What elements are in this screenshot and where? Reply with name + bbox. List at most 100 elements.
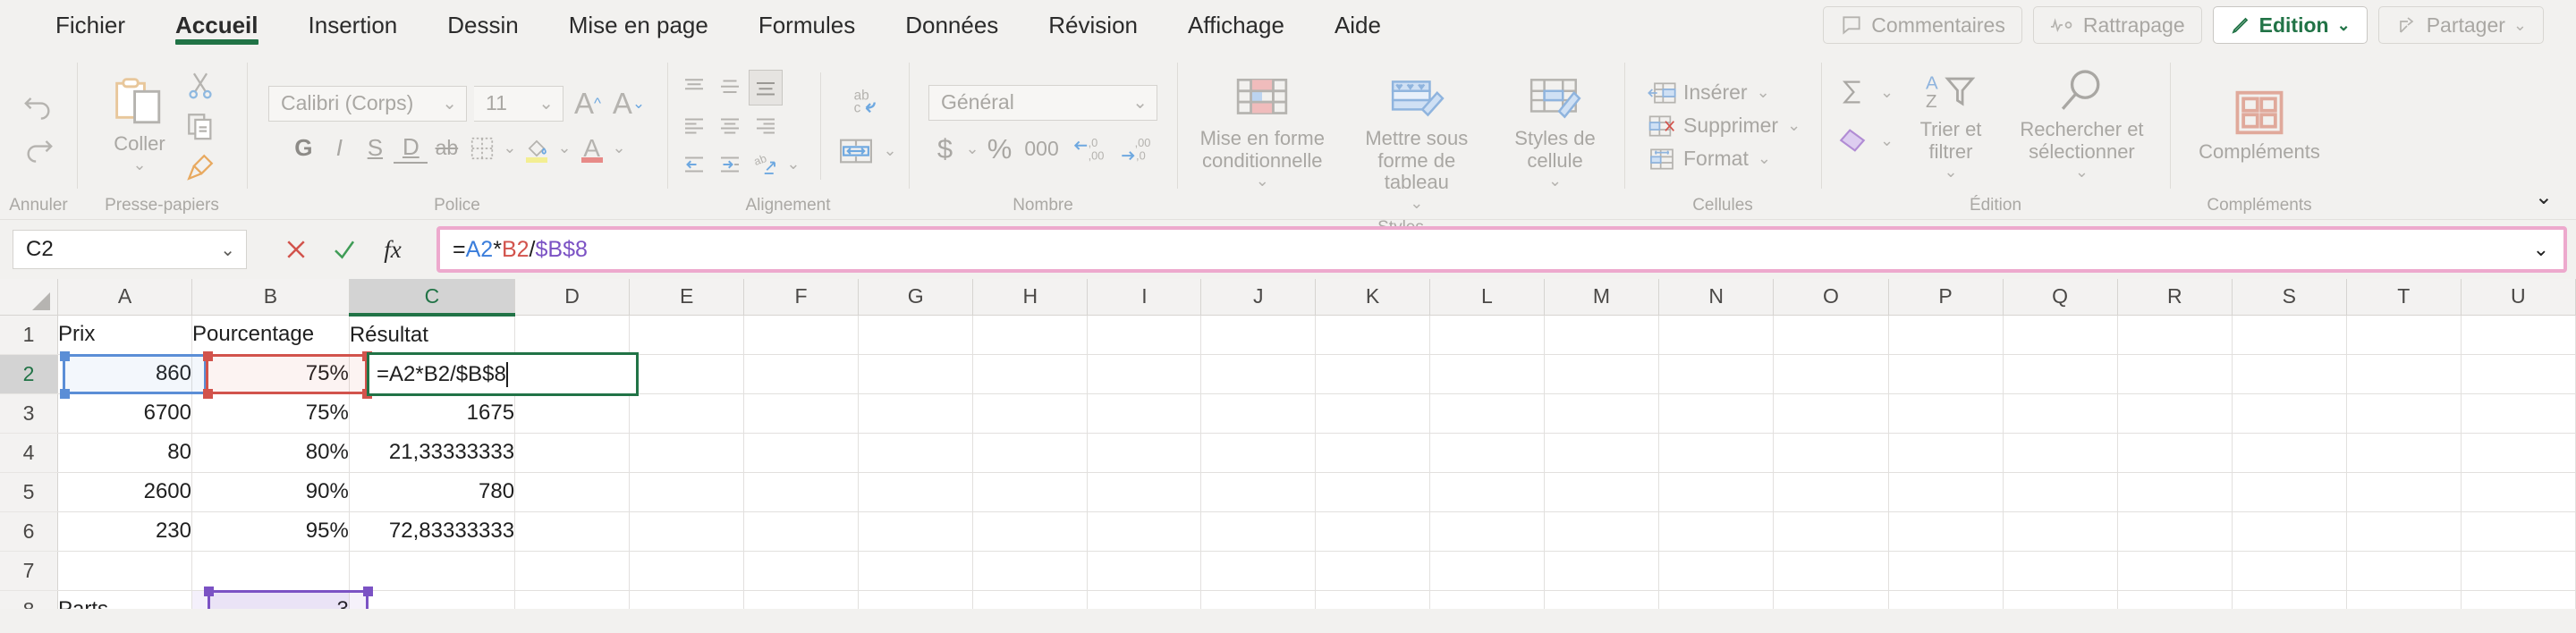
cell-S6[interactable] xyxy=(2232,511,2347,552)
cell-F8[interactable] xyxy=(743,590,860,609)
cell-R7[interactable] xyxy=(2117,551,2233,591)
tab-aide[interactable]: Aide xyxy=(1309,0,1406,50)
cell-B4[interactable]: 80% xyxy=(191,433,350,473)
insert-cells-button[interactable]: Insérer ⌄ xyxy=(1648,80,1772,106)
cell-P8[interactable] xyxy=(1888,590,2004,609)
cell-D3[interactable] xyxy=(514,393,631,434)
cell-J1[interactable] xyxy=(1200,315,1317,355)
paste-button[interactable]: Coller ⌄ xyxy=(105,75,174,176)
cell-F1[interactable] xyxy=(743,315,860,355)
cell-J5[interactable] xyxy=(1200,472,1317,512)
cell-F7[interactable] xyxy=(743,551,860,591)
currency-button[interactable]: $ xyxy=(928,131,962,167)
decrease-indent-button[interactable] xyxy=(677,147,711,182)
column-header-E[interactable]: E xyxy=(629,279,745,316)
cell-D6[interactable] xyxy=(514,511,631,552)
cell-G6[interactable] xyxy=(858,511,974,552)
chevron-down-icon[interactable]: ⌄ xyxy=(132,156,146,174)
cell-D2[interactable] xyxy=(514,354,631,394)
strikethrough-button[interactable]: ab xyxy=(429,131,463,166)
cell-J4[interactable] xyxy=(1200,433,1317,473)
cell-U5[interactable] xyxy=(2461,472,2576,512)
cell-D7[interactable] xyxy=(514,551,631,591)
column-header-G[interactable]: G xyxy=(858,279,974,316)
cell-styles-button[interactable]: Styles de cellule ⌄ xyxy=(1498,72,1612,192)
font-family-select[interactable]: Calibri (Corps) ⌄ xyxy=(268,85,467,122)
format-painter-button[interactable] xyxy=(182,148,219,186)
undo-button[interactable] xyxy=(20,86,57,123)
cell-C3[interactable]: 1675 xyxy=(349,393,516,434)
increase-decimal-button[interactable]: ,00 ,0 xyxy=(1114,131,1158,167)
cell-C5[interactable]: 780 xyxy=(349,472,516,512)
chevron-down-icon[interactable]: ⌄ xyxy=(786,155,800,173)
cell-N8[interactable] xyxy=(1658,590,1775,609)
cell-R6[interactable] xyxy=(2117,511,2233,552)
increase-font-size-button[interactable]: A ^ xyxy=(571,86,605,122)
comments-button[interactable]: Commentaires xyxy=(1823,6,2022,44)
column-header-O[interactable]: O xyxy=(1773,279,1889,316)
column-header-U[interactable]: U xyxy=(2461,279,2576,316)
cell-U6[interactable] xyxy=(2461,511,2576,552)
cell-T6[interactable] xyxy=(2346,511,2462,552)
cell-M8[interactable] xyxy=(1544,590,1660,609)
row-header-7[interactable]: 7 xyxy=(0,551,58,591)
chevron-down-icon[interactable]: ⌄ xyxy=(503,139,516,157)
cell-J6[interactable] xyxy=(1200,511,1317,552)
tab-mise-en-page[interactable]: Mise en page xyxy=(544,0,733,50)
cell-R5[interactable] xyxy=(2117,472,2233,512)
bold-button[interactable]: G xyxy=(286,131,320,166)
cell-L8[interactable] xyxy=(1429,590,1545,609)
cell-U1[interactable] xyxy=(2461,315,2576,355)
cell-D4[interactable] xyxy=(514,433,631,473)
cell-S1[interactable] xyxy=(2232,315,2347,355)
cell-P2[interactable] xyxy=(1888,354,2004,394)
cell-O1[interactable] xyxy=(1773,315,1889,355)
cell-K7[interactable] xyxy=(1315,551,1431,591)
cell-H1[interactable] xyxy=(972,315,1089,355)
cell-T4[interactable] xyxy=(2346,433,2462,473)
cell-E1[interactable] xyxy=(629,315,745,355)
cell-S2[interactable] xyxy=(2232,354,2347,394)
chevron-down-icon[interactable]: ⌄ xyxy=(1548,172,1562,190)
cell-F5[interactable] xyxy=(743,472,860,512)
tab-formules[interactable]: Formules xyxy=(733,0,880,50)
chevron-down-icon[interactable]: ⌄ xyxy=(884,141,897,160)
cell-R8[interactable] xyxy=(2117,590,2233,609)
formula-input[interactable]: =A2*B2/$B$8 ⌄ xyxy=(436,226,2567,273)
row-header-8[interactable]: 8 xyxy=(0,590,58,609)
select-all-corner[interactable] xyxy=(0,279,58,316)
format-as-table-button[interactable]: Mettre sous forme de tableau ⌄ xyxy=(1344,72,1490,215)
cell-P7[interactable] xyxy=(1888,551,2004,591)
cell-G5[interactable] xyxy=(858,472,974,512)
cell-S4[interactable] xyxy=(2232,433,2347,473)
cell-F2[interactable] xyxy=(743,354,860,394)
cell-K4[interactable] xyxy=(1315,433,1431,473)
row-header-2[interactable]: 2 xyxy=(0,354,58,394)
cell-U4[interactable] xyxy=(2461,433,2576,473)
cell-K1[interactable] xyxy=(1315,315,1431,355)
cell-M4[interactable] xyxy=(1544,433,1660,473)
cell-I1[interactable] xyxy=(1087,315,1202,355)
tab-revision[interactable]: Révision xyxy=(1023,0,1163,50)
addins-button[interactable]: Compléments xyxy=(2191,87,2327,165)
cell-Q3[interactable] xyxy=(2003,393,2118,434)
cell-M7[interactable] xyxy=(1544,551,1660,591)
cell-L1[interactable] xyxy=(1429,315,1545,355)
cell-G7[interactable] xyxy=(858,551,974,591)
cell-T1[interactable] xyxy=(2346,315,2462,355)
cell-G8[interactable] xyxy=(858,590,974,609)
align-right-button[interactable] xyxy=(749,108,783,144)
cell-J3[interactable] xyxy=(1200,393,1317,434)
align-middle-button[interactable] xyxy=(713,70,747,106)
cell-C6[interactable]: 72,83333333 xyxy=(349,511,516,552)
chevron-down-icon[interactable]: ⌄ xyxy=(1880,131,1894,150)
column-header-C[interactable]: C xyxy=(349,279,516,316)
column-header-L[interactable]: L xyxy=(1429,279,1545,316)
chevron-down-icon[interactable]: ⌄ xyxy=(2075,163,2089,181)
cell-S5[interactable] xyxy=(2232,472,2347,512)
cell-M3[interactable] xyxy=(1544,393,1660,434)
cell-K6[interactable] xyxy=(1315,511,1431,552)
cell-J8[interactable] xyxy=(1200,590,1317,609)
align-bottom-button[interactable] xyxy=(749,69,784,106)
cell-L5[interactable] xyxy=(1429,472,1545,512)
